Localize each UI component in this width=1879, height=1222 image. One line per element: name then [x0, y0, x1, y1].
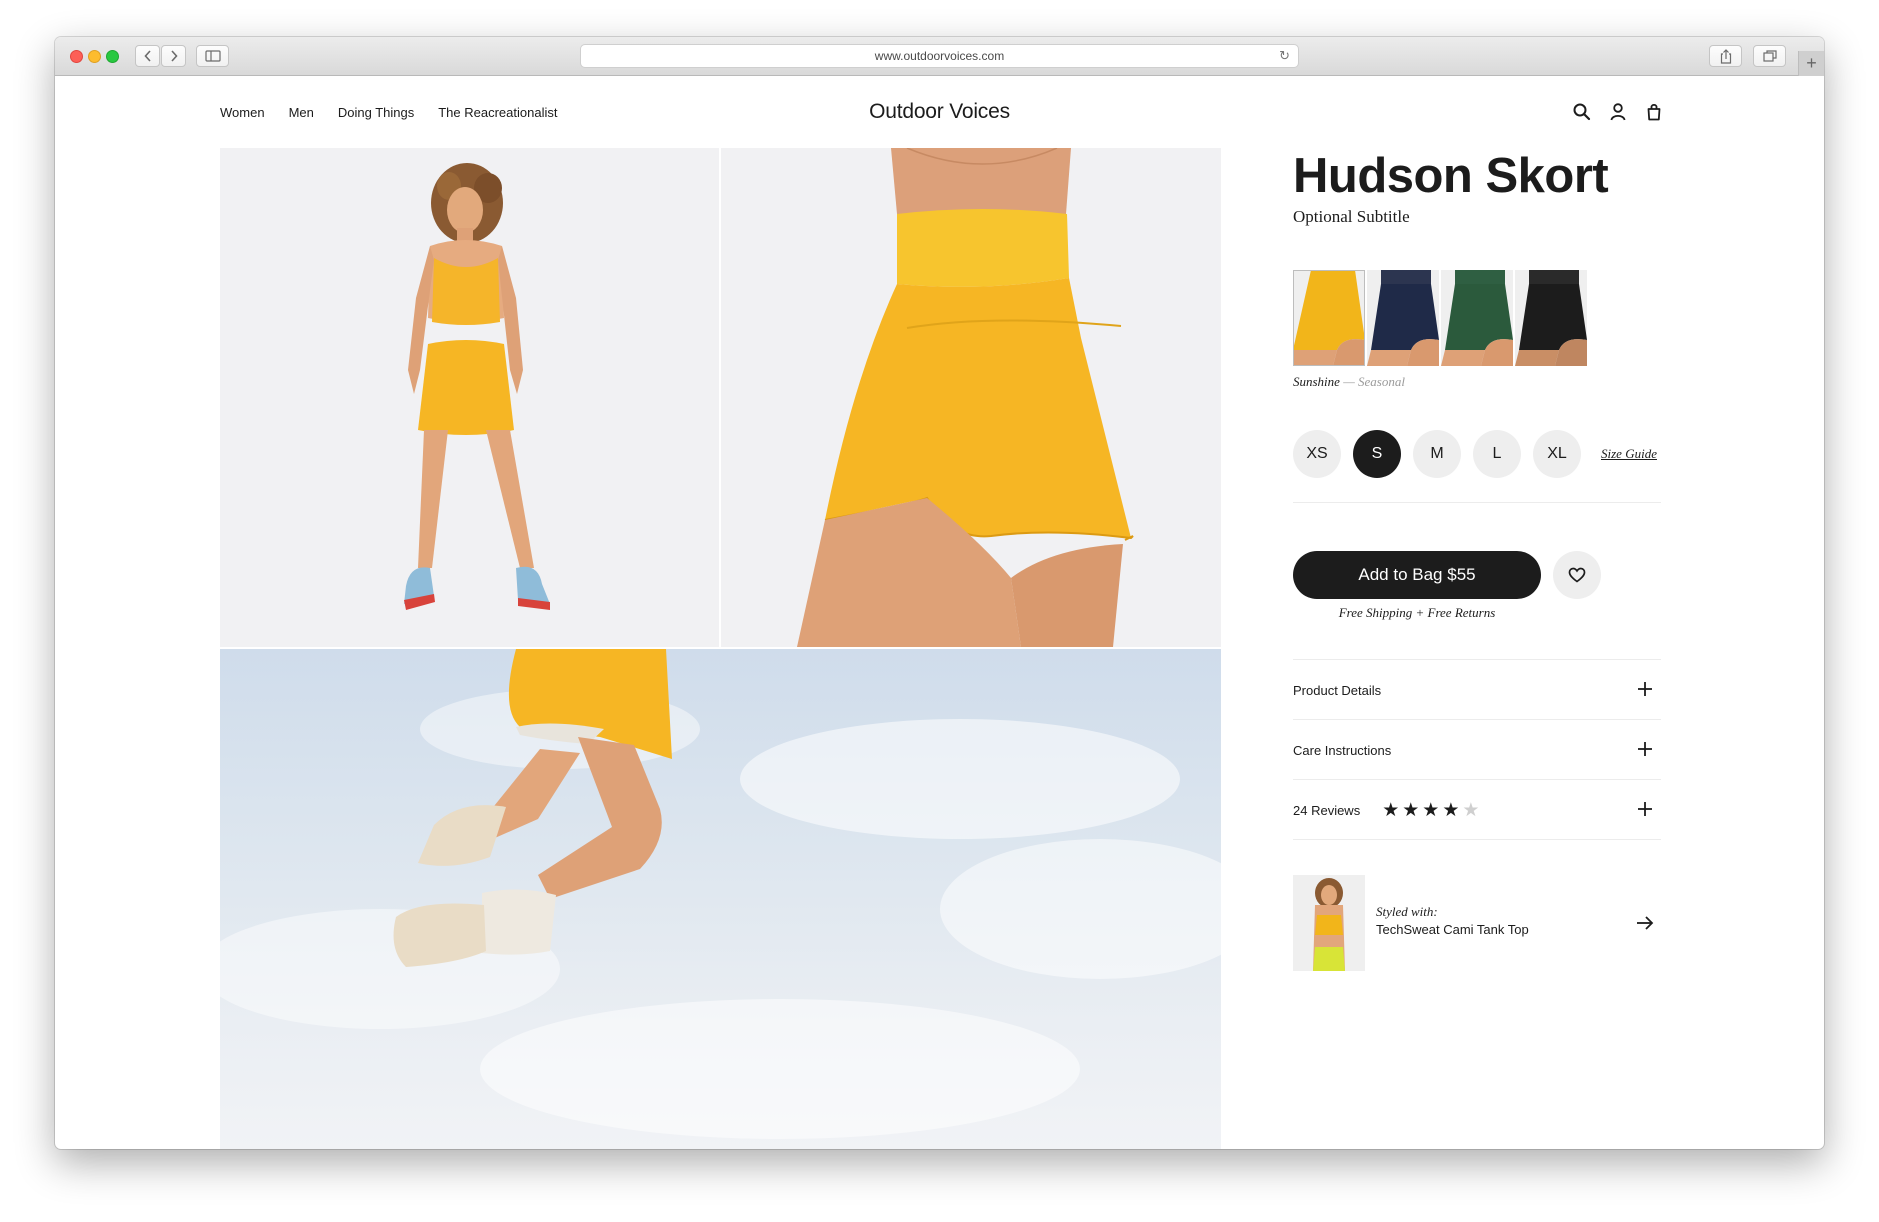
browser-window: www.outdoorvoices.com ↻ + Women Men Doin…: [55, 37, 1824, 1149]
swatch-green-thumb: [1441, 270, 1513, 366]
skort-detail-illustration: [797, 148, 1134, 647]
arrow-right-icon[interactable]: [1635, 913, 1655, 933]
swatch-sunshine[interactable]: [1293, 270, 1365, 366]
plus-icon[interactable]: [1637, 801, 1653, 817]
product-title: Hudson Skort: [1293, 149, 1609, 203]
divider: [1293, 502, 1661, 503]
divider: [1293, 839, 1661, 840]
size-xl-button[interactable]: XL: [1533, 430, 1581, 478]
product-image-lifestyle-jump[interactable]: [220, 649, 1221, 1149]
accordion-product-details[interactable]: Product Details: [1293, 660, 1661, 720]
styled-with-thumbnail: [1293, 875, 1365, 971]
plus-icon[interactable]: [1637, 741, 1653, 757]
model-front-illustration: [404, 163, 550, 610]
size-xs-button[interactable]: XS: [1293, 430, 1341, 478]
shopping-bag-icon[interactable]: [1644, 102, 1664, 122]
account-icon[interactable]: [1608, 102, 1628, 122]
star-icon: ★: [1402, 799, 1420, 821]
swatch-green[interactable]: [1441, 270, 1513, 366]
page-content: Women Men Doing Things The Reacreational…: [55, 37, 1824, 1149]
search-icon[interactable]: [1572, 102, 1592, 122]
swatch-sunshine-thumb: [1293, 270, 1365, 366]
rating-stars: ★ ★ ★ ★ ★: [1382, 801, 1479, 820]
styled-with-product: TechSweat Cami Tank Top: [1376, 922, 1529, 937]
color-swatches: [1293, 270, 1587, 366]
swatch-black-thumb: [1515, 270, 1587, 366]
site-logo[interactable]: Outdoor Voices: [55, 100, 1824, 124]
heart-icon: [1568, 567, 1586, 583]
size-s-button[interactable]: S: [1353, 430, 1401, 478]
size-m-button[interactable]: M: [1413, 430, 1461, 478]
reviews-count: 24 Reviews: [1293, 802, 1361, 818]
star-icon: ★: [1382, 799, 1400, 821]
swatch-navy-thumb: [1367, 270, 1439, 366]
swatch-black[interactable]: [1515, 270, 1587, 366]
styled-with-label: Styled with:: [1376, 904, 1438, 919]
lifestyle-jump-illustration: [220, 649, 1221, 1139]
wishlist-button[interactable]: [1553, 551, 1601, 599]
star-icon: ★: [1442, 799, 1460, 821]
plus-icon[interactable]: [1637, 681, 1653, 697]
accordion-care-instructions[interactable]: Care Instructions: [1293, 720, 1661, 780]
styled-with-model-illustration: [1313, 878, 1345, 971]
styled-with-card[interactable]: Styled with: TechSweat Cami Tank Top: [1293, 875, 1661, 971]
star-empty-icon: ★: [1462, 799, 1480, 821]
selected-color-label: Sunshine — Seasonal: [1293, 374, 1405, 390]
color-separator: —: [1339, 374, 1359, 389]
size-selector: XS S M L XL: [1293, 430, 1581, 478]
color-note: Seasonal: [1358, 374, 1405, 389]
product-image-skort-detail[interactable]: [721, 148, 1221, 647]
accordion-label: Product Details: [1293, 682, 1382, 698]
accordion-label: Care Instructions: [1293, 742, 1392, 758]
size-l-button[interactable]: L: [1473, 430, 1521, 478]
swatch-navy[interactable]: [1367, 270, 1439, 366]
color-name: Sunshine: [1293, 374, 1340, 389]
product-image-model-front[interactable]: [220, 148, 719, 647]
add-to-bag-button[interactable]: Add to Bag $55: [1293, 551, 1541, 599]
shipping-note: Free Shipping + Free Returns: [1338, 605, 1496, 620]
size-guide-link[interactable]: Size Guide: [1601, 446, 1657, 462]
star-icon: ★: [1422, 799, 1440, 821]
product-subtitle: Optional Subtitle: [1293, 207, 1410, 226]
accordion-reviews[interactable]: 24 Reviews ★ ★ ★ ★ ★: [1293, 780, 1661, 840]
